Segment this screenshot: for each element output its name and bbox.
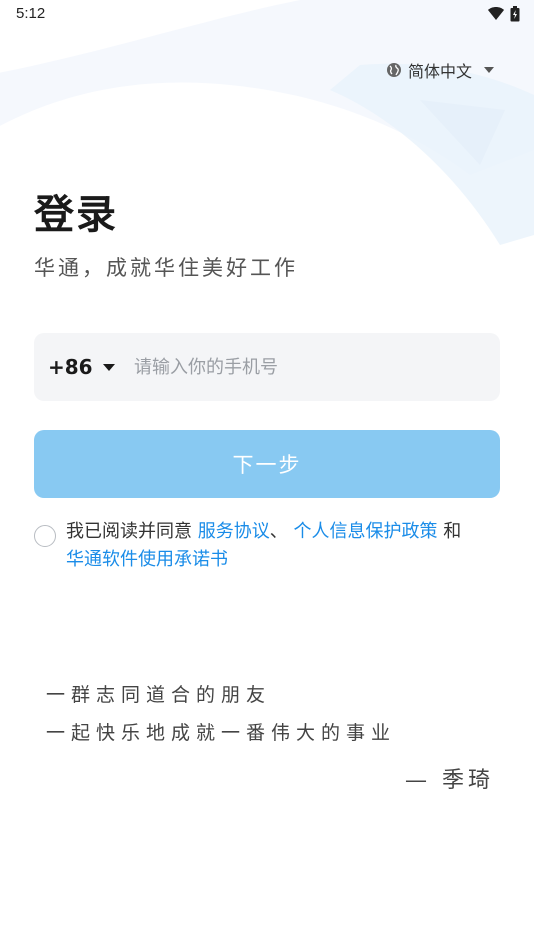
status-icons (488, 6, 520, 22)
next-step-label: 下一步 (232, 454, 302, 477)
wifi-icon (488, 7, 504, 20)
next-step-button[interactable]: 下一步 (34, 430, 500, 498)
quote-block: 一群志同道合的朋友 一起快乐地成就一番伟大的事业 (46, 676, 396, 752)
page-title: 登录 (34, 192, 118, 238)
usage-commitment-link[interactable]: 华通软件使用承诺书 (66, 549, 228, 570)
login-screen: 5:12 简体中文 登录 华通，成就华住美好工作 +86 请输入你的手机号 下一… (0, 0, 534, 950)
phone-number-input[interactable] (134, 333, 500, 401)
battery-icon (510, 6, 520, 22)
country-code-selector[interactable]: +86 (34, 333, 134, 401)
privacy-policy-link[interactable]: 个人信息保护政策 (293, 521, 437, 542)
agreement-prefix: 我已阅读并同意 (66, 521, 198, 542)
quote-author: — 季琦 (405, 768, 494, 793)
language-selector[interactable]: 简体中文 (386, 56, 494, 84)
agreement-and: 和 (437, 521, 462, 542)
globe-icon (386, 63, 401, 77)
service-agreement-link[interactable]: 服务协议 (198, 521, 270, 542)
quote-line-1: 一群志同道合的朋友 (46, 684, 272, 706)
caret-down-icon (102, 363, 115, 371)
agreement-text: 我已阅读并同意 服务协议、 个人信息保护政策 和华通软件使用承诺书 (66, 518, 461, 574)
status-bar: 5:12 (0, 0, 534, 30)
caret-down-icon (484, 67, 494, 73)
agreement-row: 我已阅读并同意 服务协议、 个人信息保护政策 和华通软件使用承诺书 (34, 518, 504, 574)
country-code-label: +86 (48, 355, 93, 379)
language-label: 简体中文 (407, 62, 472, 81)
agreement-separator: 、 (269, 521, 294, 542)
quote-line-2: 一起快乐地成就一番伟大的事业 (46, 722, 397, 744)
page-subtitle: 华通，成就华住美好工作 (34, 256, 298, 280)
status-time: 5:12 (16, 5, 46, 22)
agreement-checkbox[interactable] (34, 525, 56, 547)
phone-input-row: +86 (34, 333, 500, 401)
